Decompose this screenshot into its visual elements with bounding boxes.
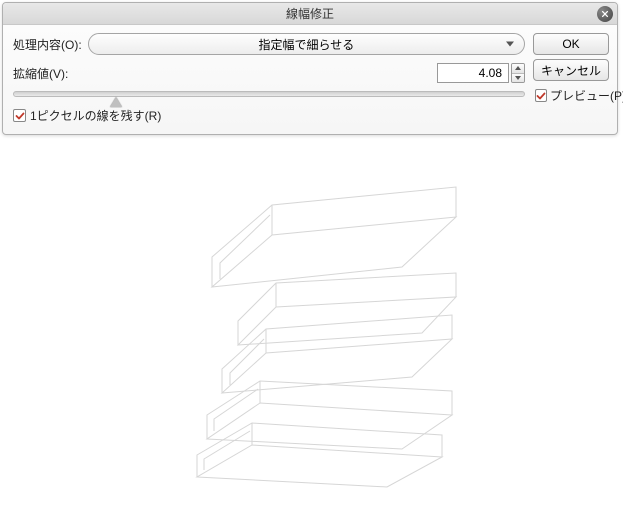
preview-checkbox[interactable] [535,89,547,102]
canvas-preview [0,150,623,524]
process-label: 処理内容(O): [13,36,82,53]
books-illustration [152,157,472,517]
line-width-correction-dialog: 線幅修正 処理内容(O): 指定幅で細らせる 拡縮値(V): [2,2,618,135]
titlebar: 線幅修正 [3,3,617,25]
process-select-value: 指定幅で細らせる [258,36,354,53]
check-icon [536,91,546,101]
keep-1px-row: 1ピクセルの線を残す(R) [13,107,525,124]
scale-stepper[interactable] [511,63,525,83]
scale-slider[interactable] [13,91,525,97]
ok-button[interactable]: OK [533,33,609,55]
stepper-up[interactable] [512,64,524,74]
keep-1px-label: 1ピクセルの線を残す(R) [30,107,161,124]
triangle-down-icon [515,76,521,80]
chevron-down-icon [506,42,514,47]
close-button[interactable] [597,6,613,22]
dialog-title: 線幅修正 [286,5,334,22]
preview-label: プレビュー(P) [550,87,623,104]
check-icon [15,111,25,121]
scale-input[interactable] [437,63,509,83]
stepper-down[interactable] [512,74,524,83]
dialog-body: 処理内容(O): 指定幅で細らせる 拡縮値(V): [3,25,617,134]
main-panel: 処理内容(O): 指定幅で細らせる 拡縮値(V): [13,33,525,124]
process-select[interactable]: 指定幅で細らせる [88,33,525,55]
process-row: 処理内容(O): 指定幅で細らせる [13,33,525,55]
triangle-up-icon [515,66,521,70]
scale-row: 拡縮値(V): [13,63,525,83]
slider-thumb[interactable] [110,97,122,107]
scale-label: 拡縮値(V): [13,65,68,82]
slider-track[interactable] [13,91,525,97]
close-icon [601,10,609,18]
preview-row: プレビュー(P) [533,87,609,104]
cancel-button[interactable]: キャンセル [533,59,609,81]
keep-1px-checkbox[interactable] [13,109,26,122]
side-panel: OK キャンセル プレビュー(P) [533,33,609,124]
